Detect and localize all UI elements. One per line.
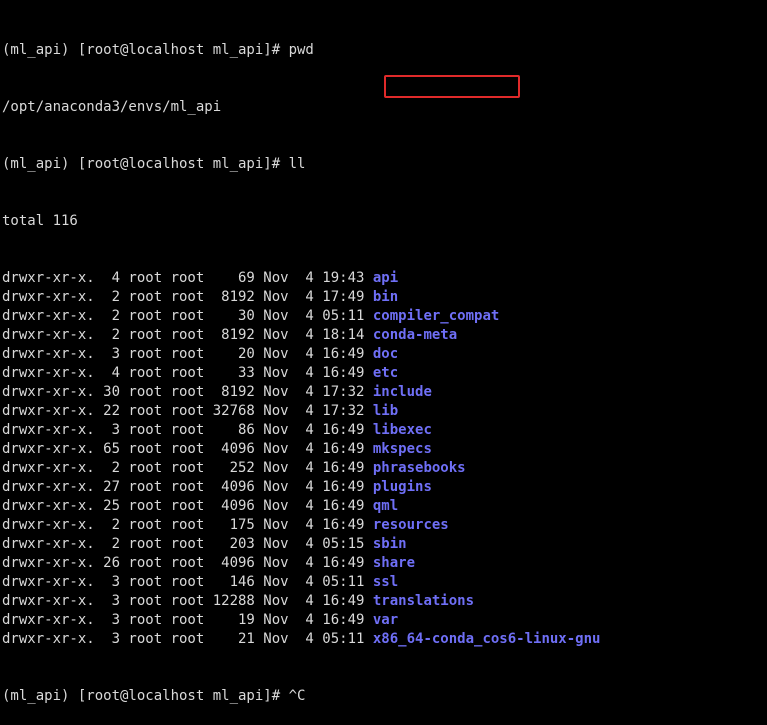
- entry-name[interactable]: compiler_compat: [373, 308, 499, 324]
- entry-name[interactable]: lib: [373, 403, 398, 419]
- shell-prompt: (ml_api) [root@localhost ml_api]#: [2, 156, 289, 172]
- entry-meta: drwxr-xr-x. 30 root root 8192 Nov 4 17:3…: [2, 384, 373, 400]
- listing-row: drwxr-xr-x. 3 root root 20 Nov 4 16:49 d…: [2, 345, 765, 364]
- terminal-window[interactable]: (ml_api) [root@localhost ml_api]# pwd /o…: [2, 3, 765, 704]
- entry-name[interactable]: qml: [373, 498, 398, 514]
- directory-listing: drwxr-xr-x. 4 root root 69 Nov 4 19:43 a…: [2, 269, 765, 649]
- entry-meta: drwxr-xr-x. 27 root root 4096 Nov 4 16:4…: [2, 479, 373, 495]
- command-text: ^C: [288, 688, 306, 704]
- entry-meta: drwxr-xr-x. 2 root root 30 Nov 4 05:11: [2, 308, 373, 324]
- entry-meta: drwxr-xr-x. 4 root root 69 Nov 4 19:43: [2, 270, 373, 286]
- command-line-pwd: (ml_api) [root@localhost ml_api]# pwd: [2, 41, 765, 60]
- entry-name[interactable]: translations: [373, 593, 474, 609]
- entry-meta: drwxr-xr-x. 65 root root 4096 Nov 4 16:4…: [2, 441, 373, 457]
- entry-name[interactable]: mkspecs: [373, 441, 432, 457]
- listing-row: drwxr-xr-x. 3 root root 146 Nov 4 05:11 …: [2, 573, 765, 592]
- entry-meta: drwxr-xr-x. 3 root root 19 Nov 4 16:49: [2, 612, 373, 628]
- entry-name[interactable]: libexec: [373, 422, 432, 438]
- entry-name[interactable]: phrasebooks: [373, 460, 466, 476]
- entry-name[interactable]: plugins: [373, 479, 432, 495]
- entry-name[interactable]: api: [373, 270, 398, 286]
- listing-row: drwxr-xr-x. 3 root root 19 Nov 4 16:49 v…: [2, 611, 765, 630]
- entry-name[interactable]: ssl: [373, 574, 398, 590]
- entry-meta: drwxr-xr-x. 2 root root 8192 Nov 4 18:14: [2, 327, 373, 343]
- entry-name[interactable]: resources: [373, 517, 449, 533]
- listing-row: drwxr-xr-x. 25 root root 4096 Nov 4 16:4…: [2, 497, 765, 516]
- listing-row: drwxr-xr-x. 65 root root 4096 Nov 4 16:4…: [2, 440, 765, 459]
- listing-row: drwxr-xr-x. 26 root root 4096 Nov 4 16:4…: [2, 554, 765, 573]
- entry-meta: drwxr-xr-x. 3 root root 146 Nov 4 05:11: [2, 574, 373, 590]
- listing-row: drwxr-xr-x. 2 root root 8192 Nov 4 18:14…: [2, 326, 765, 345]
- entry-meta: drwxr-xr-x. 2 root root 8192 Nov 4 17:49: [2, 289, 373, 305]
- shell-prompt: (ml_api) [root@localhost ml_api]#: [2, 688, 289, 704]
- entry-meta: drwxr-xr-x. 3 root root 86 Nov 4 16:49: [2, 422, 373, 438]
- listing-row: drwxr-xr-x. 2 root root 30 Nov 4 05:11 c…: [2, 307, 765, 326]
- command-text: ll: [288, 156, 306, 172]
- entry-meta: drwxr-xr-x. 3 root root 12288 Nov 4 16:4…: [2, 593, 373, 609]
- entry-name[interactable]: bin: [373, 289, 398, 305]
- entry-name[interactable]: x86_64-conda_cos6-linux-gnu: [373, 631, 601, 647]
- entry-meta: drwxr-xr-x. 2 root root 252 Nov 4 16:49: [2, 460, 373, 476]
- entry-meta: drwxr-xr-x. 3 root root 21 Nov 4 05:11: [2, 631, 373, 647]
- entry-meta: drwxr-xr-x. 2 root root 203 Nov 4 05:15: [2, 536, 373, 552]
- command-line-ll: (ml_api) [root@localhost ml_api]# ll: [2, 155, 765, 174]
- listing-row: drwxr-xr-x. 2 root root 203 Nov 4 05:15 …: [2, 535, 765, 554]
- listing-row: drwxr-xr-x. 2 root root 252 Nov 4 16:49 …: [2, 459, 765, 478]
- listing-row: drwxr-xr-x. 4 root root 69 Nov 4 19:43 a…: [2, 269, 765, 288]
- command-text: pwd: [288, 42, 314, 58]
- listing-row: drwxr-xr-x. 30 root root 8192 Nov 4 17:3…: [2, 383, 765, 402]
- entry-name[interactable]: doc: [373, 346, 398, 362]
- listing-row: drwxr-xr-x. 3 root root 12288 Nov 4 16:4…: [2, 592, 765, 611]
- listing-row: drwxr-xr-x. 3 root root 86 Nov 4 16:49 l…: [2, 421, 765, 440]
- command-line-last[interactable]: (ml_api) [root@localhost ml_api]# ^C: [2, 687, 765, 706]
- entry-name[interactable]: var: [373, 612, 398, 628]
- entry-meta: drwxr-xr-x. 4 root root 33 Nov 4 16:49: [2, 365, 373, 381]
- listing-row: drwxr-xr-x. 2 root root 8192 Nov 4 17:49…: [2, 288, 765, 307]
- entry-name[interactable]: include: [373, 384, 432, 400]
- entry-meta: drwxr-xr-x. 2 root root 175 Nov 4 16:49: [2, 517, 373, 533]
- entry-name[interactable]: conda-meta: [373, 327, 457, 343]
- total-line: total 116: [2, 213, 78, 229]
- listing-row: drwxr-xr-x. 3 root root 21 Nov 4 05:11 x…: [2, 630, 765, 649]
- listing-row: drwxr-xr-x. 22 root root 32768 Nov 4 17:…: [2, 402, 765, 421]
- listing-row: drwxr-xr-x. 2 root root 175 Nov 4 16:49 …: [2, 516, 765, 535]
- entry-name[interactable]: sbin: [373, 536, 407, 552]
- entry-meta: drwxr-xr-x. 25 root root 4096 Nov 4 16:4…: [2, 498, 373, 514]
- entry-meta: drwxr-xr-x. 22 root root 32768 Nov 4 17:…: [2, 403, 373, 419]
- entry-name[interactable]: share: [373, 555, 415, 571]
- shell-prompt: (ml_api) [root@localhost ml_api]#: [2, 42, 289, 58]
- listing-row: drwxr-xr-x. 27 root root 4096 Nov 4 16:4…: [2, 478, 765, 497]
- entry-meta: drwxr-xr-x. 26 root root 4096 Nov 4 16:4…: [2, 555, 373, 571]
- pwd-output: /opt/anaconda3/envs/ml_api: [2, 99, 222, 115]
- listing-row: drwxr-xr-x. 4 root root 33 Nov 4 16:49 e…: [2, 364, 765, 383]
- entry-meta: drwxr-xr-x. 3 root root 20 Nov 4 16:49: [2, 346, 373, 362]
- entry-name[interactable]: etc: [373, 365, 398, 381]
